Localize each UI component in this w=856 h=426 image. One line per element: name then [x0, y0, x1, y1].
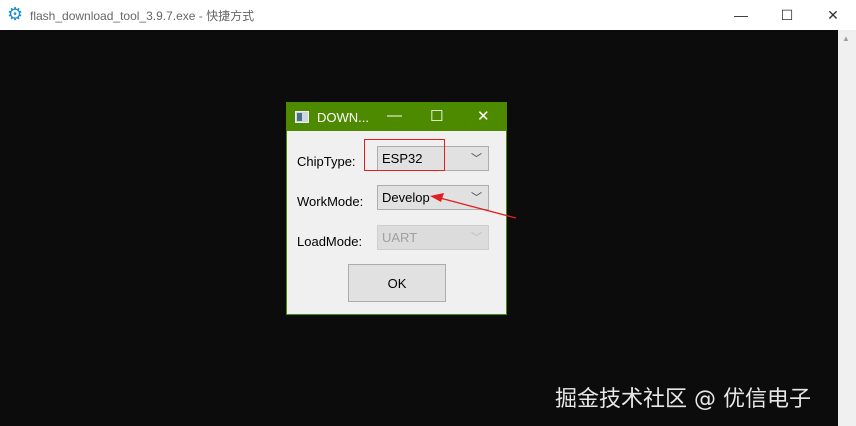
- annotation-arrow: [430, 193, 517, 219]
- watermark: 掘金技术社区 @ 优信电子: [555, 387, 811, 412]
